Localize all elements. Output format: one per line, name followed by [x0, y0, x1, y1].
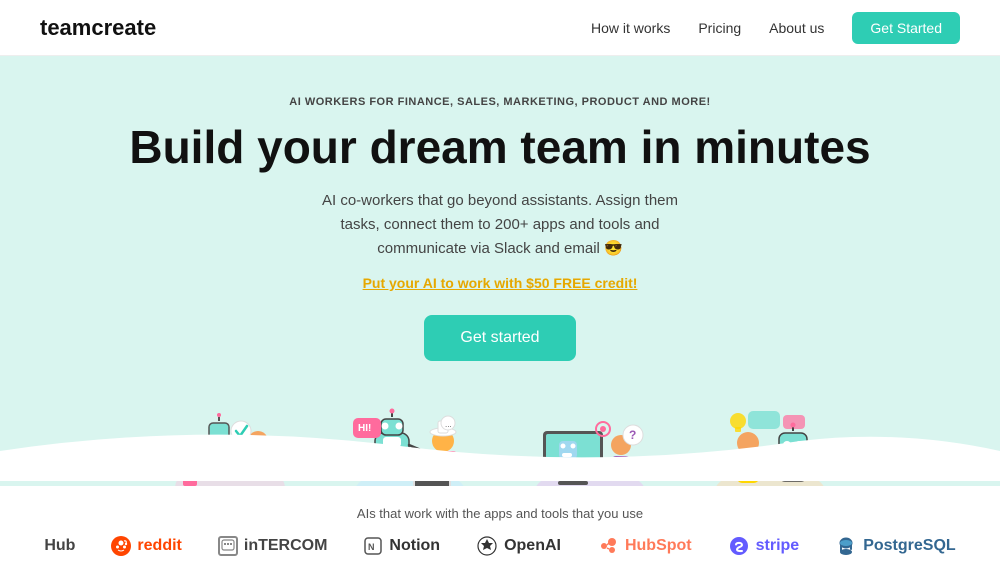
logo-stripe: stripe	[728, 535, 800, 557]
logo-notion: N Notion	[363, 536, 440, 556]
hero-badge: AI WORKERS FOR FINANCE, SALES, MARKETING…	[40, 96, 960, 108]
hubspot-label: HubSpot	[625, 537, 692, 555]
logo: teamcreate	[40, 15, 156, 41]
logo-intercom: inTERCOM	[218, 536, 328, 556]
hubspot-icon	[597, 535, 619, 557]
notion-icon: N	[363, 536, 383, 556]
svg-text:N: N	[368, 542, 375, 552]
reddit-icon	[111, 536, 131, 556]
logo-openai: OpenAI	[476, 535, 561, 557]
intercom-icon	[218, 536, 238, 556]
intercom-label: inTERCOM	[244, 537, 328, 555]
openai-label: OpenAI	[504, 537, 561, 555]
postgres-icon	[835, 535, 857, 557]
nav-pricing[interactable]: Pricing	[698, 20, 741, 36]
nav-get-started-button[interactable]: Get Started	[852, 12, 960, 44]
logo-hub: Hub	[44, 537, 75, 555]
hero-subtitle: AI co-workers that go beyond assistants.…	[310, 189, 690, 261]
navbar: teamcreate How it works Pricing About us…	[0, 0, 1000, 56]
hero-get-started-button[interactable]: Get started	[424, 315, 575, 361]
stripe-icon	[728, 535, 750, 557]
logo-create: create	[91, 15, 156, 40]
logo-reddit: reddit	[111, 536, 181, 556]
logo-postgres: PostgreSQL	[835, 535, 955, 557]
postgres-label: PostgreSQL	[863, 537, 955, 555]
logo-hubspot: HubSpot	[597, 535, 692, 557]
stripe-label: stripe	[756, 537, 800, 555]
logos-row: Hub reddit in	[40, 535, 960, 557]
reddit-label: reddit	[137, 537, 181, 555]
logo-team: team	[40, 15, 91, 40]
hub-label: Hub	[44, 537, 75, 555]
hero-credit-link[interactable]: Put your AI to work with $50 FREE credit…	[40, 275, 960, 291]
openai-icon	[476, 535, 498, 557]
nav-links: How it works Pricing About us Get Starte…	[591, 12, 960, 44]
logos-title: AIs that work with the apps and tools th…	[40, 506, 960, 521]
notion-label: Notion	[389, 537, 440, 555]
hero-title: Build your dream team in minutes	[40, 122, 960, 173]
logos-section: AIs that work with the apps and tools th…	[0, 486, 1000, 573]
hero-section: AI WORKERS FOR FINANCE, SALES, MARKETING…	[0, 56, 1000, 486]
hero-wave	[0, 421, 1000, 486]
nav-about-us[interactable]: About us	[769, 20, 824, 36]
nav-how-it-works[interactable]: How it works	[591, 20, 670, 36]
